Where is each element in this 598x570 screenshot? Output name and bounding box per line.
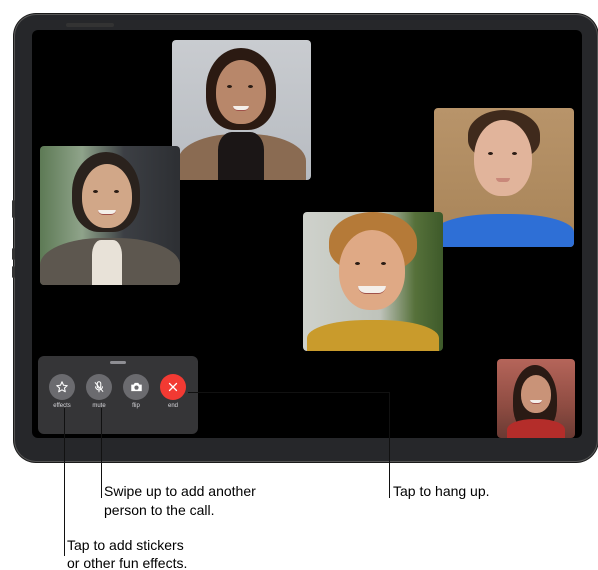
- self-view-tile[interactable]: [497, 359, 575, 438]
- mute-button[interactable]: [86, 374, 112, 400]
- mute-label: mute: [92, 403, 106, 409]
- participant-video-tile[interactable]: [40, 146, 180, 285]
- drag-handle[interactable]: [110, 361, 126, 364]
- participant-video-tile[interactable]: [303, 212, 443, 351]
- callout-line-hangup: [389, 392, 390, 498]
- callout-line-hangup: [188, 392, 390, 393]
- participant-video-tile[interactable]: [172, 40, 311, 180]
- end-control: end: [156, 374, 190, 409]
- callout-line-effects: [64, 408, 65, 556]
- microphone-slash-icon: [94, 381, 104, 393]
- facetime-illustration: effects mute flip end Tap to hang up. Sw…: [0, 0, 598, 570]
- callout-add-person-line2: person to the call.: [104, 502, 215, 518]
- star-icon: [56, 381, 68, 393]
- callout-hang-up: Tap to hang up.: [393, 483, 490, 499]
- call-controls-panel: effects mute flip end: [38, 356, 198, 434]
- end-call-button[interactable]: [160, 374, 186, 400]
- side-button: [12, 248, 15, 260]
- end-label: end: [167, 403, 178, 409]
- side-button: [12, 200, 15, 218]
- effects-button[interactable]: [49, 374, 75, 400]
- side-button: [12, 266, 15, 278]
- flip-button[interactable]: [123, 374, 149, 400]
- callout-line-add-person: [101, 408, 102, 498]
- callout-effects-line1: Tap to add stickers: [67, 537, 184, 553]
- camera-icon: [130, 382, 142, 392]
- facetime-screen: effects mute flip end: [32, 30, 582, 438]
- effects-control: effects: [45, 374, 79, 409]
- close-icon: [168, 382, 178, 392]
- mute-control: mute: [82, 374, 116, 409]
- callout-effects-line2: or other fun effects.: [67, 555, 188, 570]
- flip-label: flip: [132, 403, 140, 409]
- effects-label: effects: [53, 403, 71, 409]
- top-button: [66, 23, 114, 27]
- callout-add-person-line1: Swipe up to add another: [104, 483, 256, 499]
- participant-video-tile[interactable]: [434, 108, 574, 247]
- flip-control: flip: [119, 374, 153, 409]
